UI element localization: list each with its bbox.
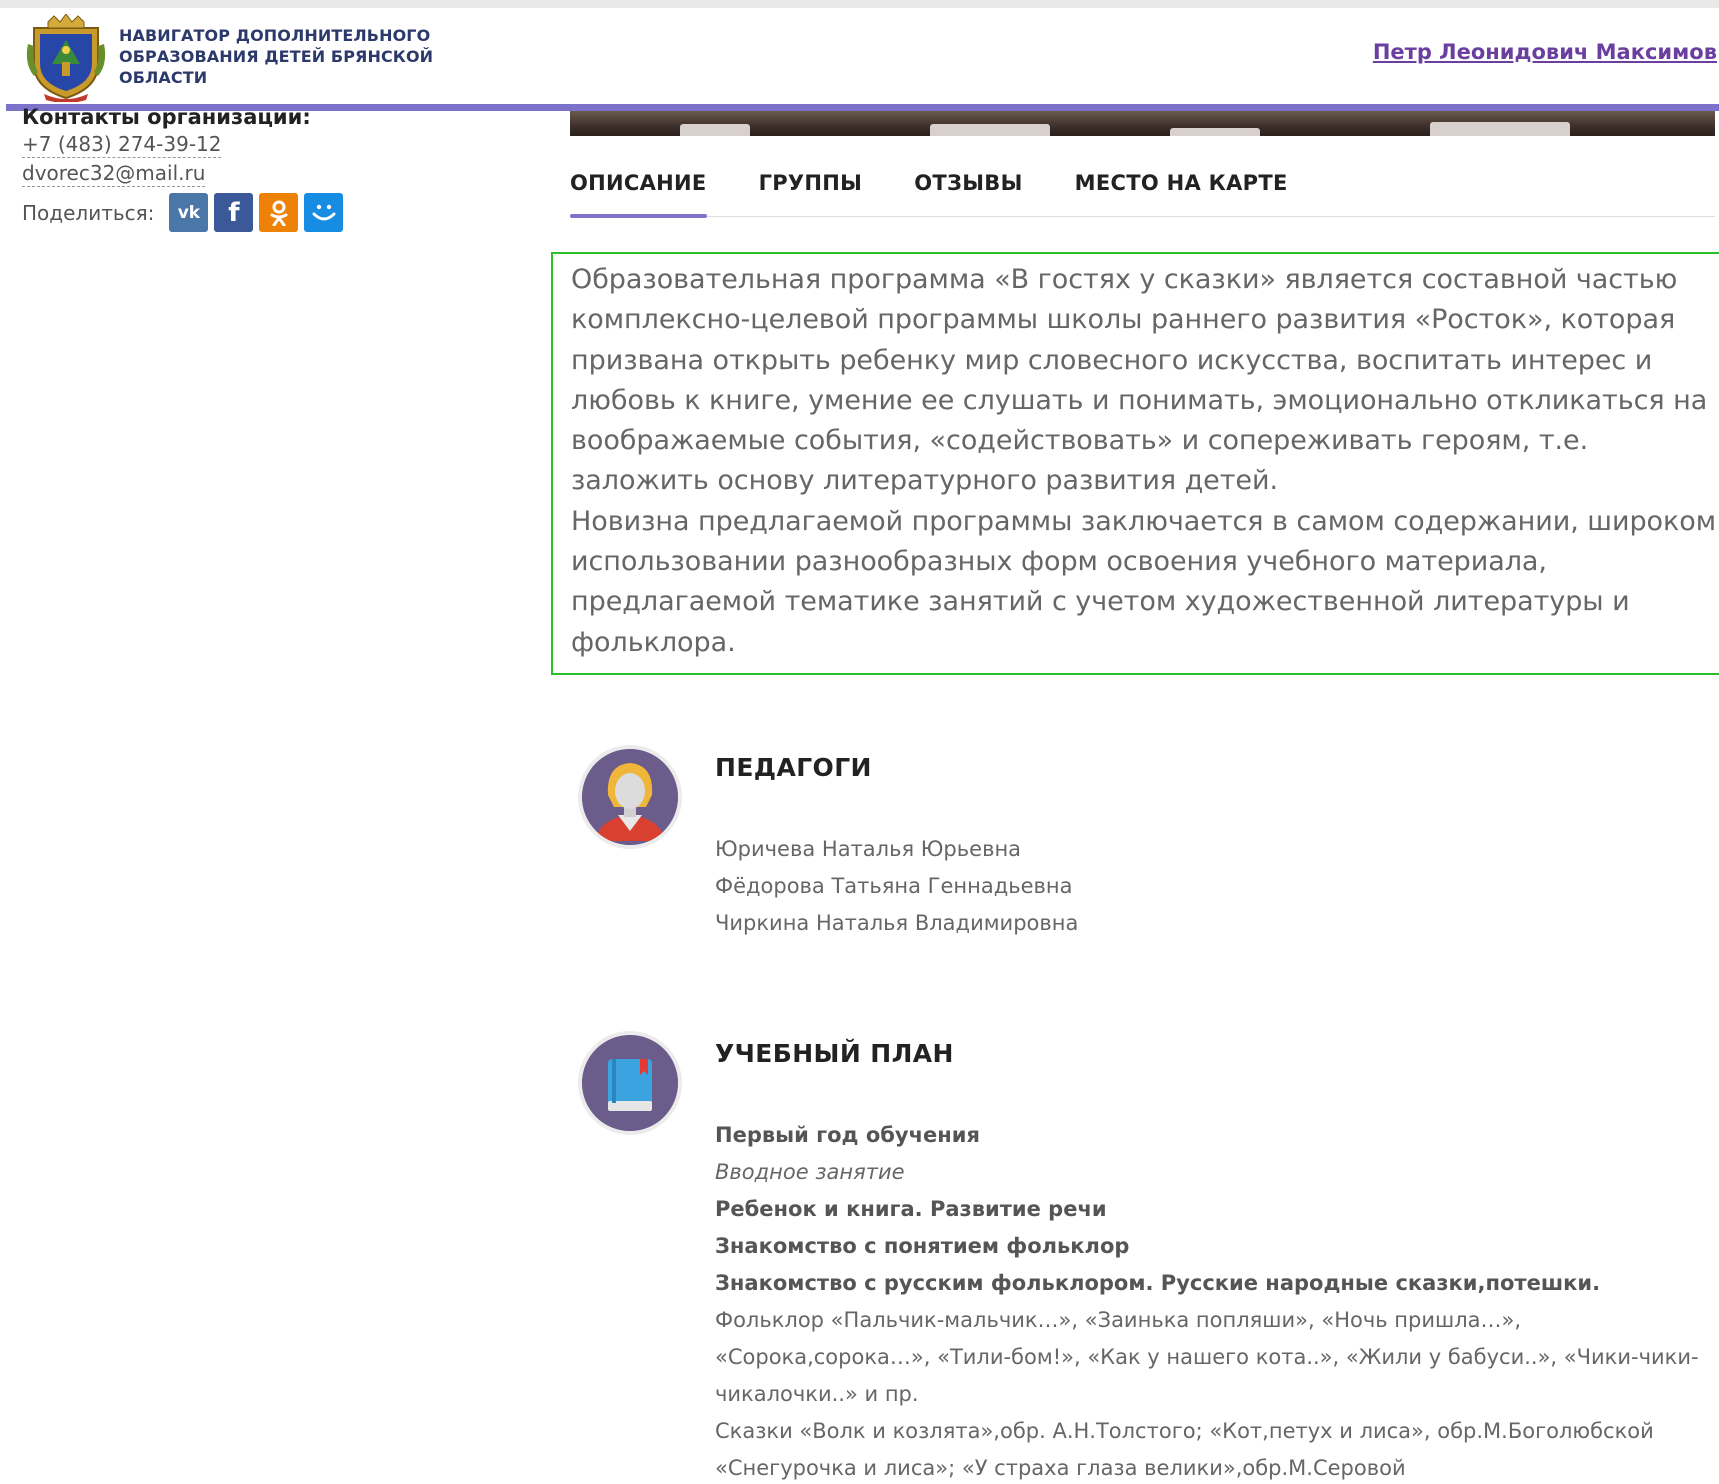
user-profile-link[interactable]: Петр Леонидович Максимов xyxy=(1373,40,1717,64)
book-icon xyxy=(578,1031,682,1135)
mailru-icon[interactable] xyxy=(304,193,344,232)
contact-email[interactable]: dvorec32@mail.ru xyxy=(22,160,206,187)
site-brand-title[interactable]: НАВИГАТОР ДОПОЛНИТЕЛЬНОГО ОБРАЗОВАНИЯ ДЕ… xyxy=(119,25,449,88)
odnoklassniki-icon[interactable] xyxy=(259,193,299,232)
tab-groups[interactable]: ГРУППЫ xyxy=(759,152,863,217)
description-paragraph-2: Новизна предлагаемой программы заключает… xyxy=(571,505,1717,658)
plan-details: Фольклор «Пальчик-мальчик…», «Заинька по… xyxy=(715,1308,1699,1406)
program-description: Образовательная программа «В гостях у ск… xyxy=(551,252,1719,675)
site-header: НАВИГАТОР ДОПОЛНИТЕЛЬНОГО ОБРАЗОВАНИЯ ДЕ… xyxy=(6,8,1719,111)
brand-line-3: ОБЛАСТИ xyxy=(119,68,208,87)
tab-description[interactable]: ОПИСАНИЕ xyxy=(570,152,707,218)
bryansk-crest-logo[interactable] xyxy=(24,13,108,103)
teachers-section: ПЕДАГОГИ Юричева Наталья Юрьевна Фёдоров… xyxy=(570,745,1715,955)
contacts-title: Контакты организации: xyxy=(22,105,311,129)
contact-phone[interactable]: +7 (483) 274-39-12 xyxy=(22,131,222,158)
share-label: Поделиться: xyxy=(22,200,155,225)
study-plan-title: УЧЕБНЫЙ ПЛАН xyxy=(715,1039,954,1068)
plan-topic: Знакомство с понятием фольклор xyxy=(715,1234,1130,1258)
organization-contacts: Контакты организации: +7 (483) 274-39-12… xyxy=(22,103,502,232)
plan-year-heading: Первый год обучения xyxy=(715,1123,980,1147)
brand-line-1: НАВИГАТОР ДОПОЛНИТЕЛЬНОГО xyxy=(119,26,431,45)
teacher-item: Фёдорова Татьяна Геннадьевна xyxy=(715,874,1073,898)
teacher-item: Чиркина Наталья Владимировна xyxy=(715,911,1079,935)
tab-reviews[interactable]: ОТЗЫВЫ xyxy=(914,152,1022,217)
teacher-avatar-icon xyxy=(578,745,682,849)
plan-topic: Ребенок и книга. Развитие речи xyxy=(715,1197,1107,1221)
top-strip xyxy=(0,0,1719,8)
plan-topic-intro: Вводное занятие xyxy=(715,1160,905,1184)
program-banner-image xyxy=(570,111,1715,136)
plan-details: Сказки «Волк и козлята»,обр. А.Н.Толстог… xyxy=(715,1419,1654,1480)
share-bar: Поделиться: vk f xyxy=(22,193,502,232)
tab-map-location[interactable]: МЕСТО НА КАРТЕ xyxy=(1075,152,1288,217)
study-plan-section: УЧЕБНЫЙ ПЛАН Первый год обучения Вводное… xyxy=(570,1031,1715,1484)
facebook-icon[interactable]: f xyxy=(214,193,254,232)
teachers-title: ПЕДАГОГИ xyxy=(715,753,872,782)
brand-line-2: ОБРАЗОВАНИЯ ДЕТЕЙ БРЯНСКОЙ xyxy=(119,47,434,66)
teacher-item: Юричева Наталья Юрьевна xyxy=(715,837,1022,861)
teachers-list: Юричева Наталья Юрьевна Фёдорова Татьяна… xyxy=(715,831,1715,942)
description-paragraph-1: Образовательная программа «В гостях у ск… xyxy=(571,264,1708,497)
plan-topic: Знакомство с русским фольклором. Русские… xyxy=(715,1271,1601,1295)
study-plan-content: Первый год обучения Вводное занятие Ребе… xyxy=(715,1117,1715,1484)
program-tabs: ОПИСАНИЕ ГРУППЫ ОТЗЫВЫ МЕСТО НА КАРТЕ xyxy=(570,152,1715,218)
vk-icon[interactable]: vk xyxy=(169,193,209,232)
